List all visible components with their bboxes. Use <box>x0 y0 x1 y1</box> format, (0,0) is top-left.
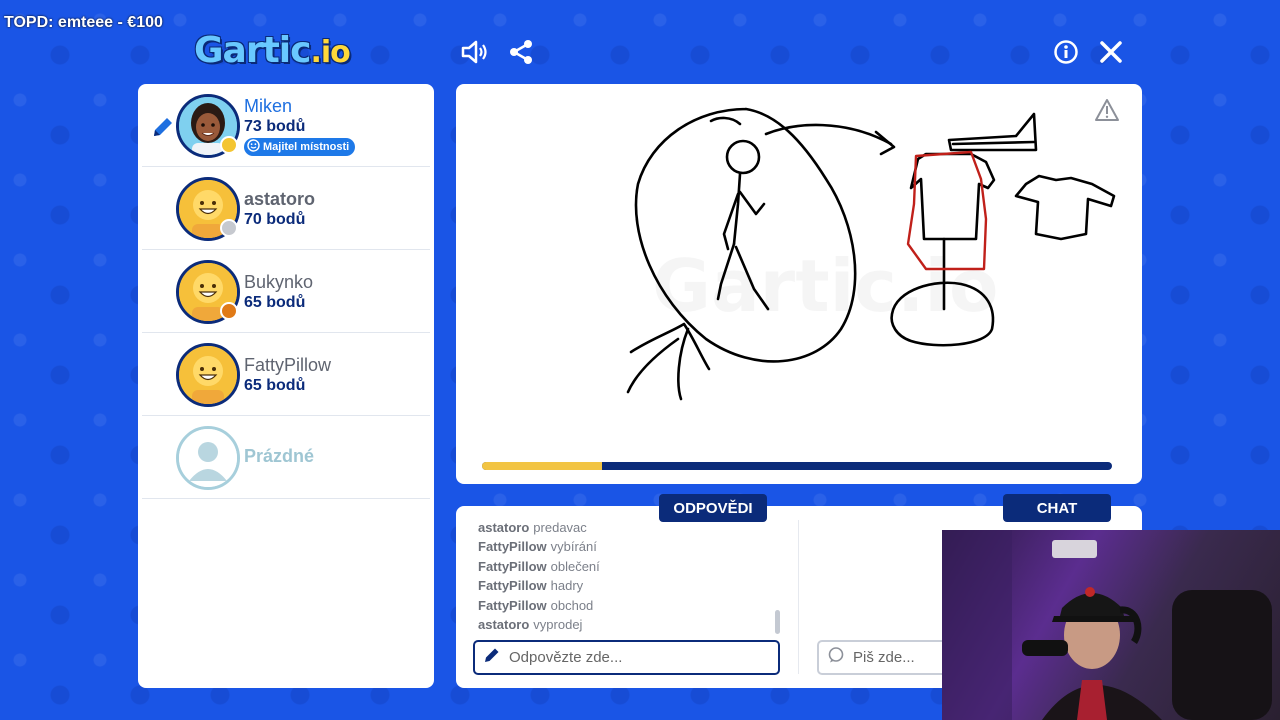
answer-item: FattyPillow obchod <box>478 597 594 613</box>
player-name: Miken <box>244 96 293 116</box>
speaker-icon[interactable] <box>459 36 491 68</box>
answer-item: astatoro predavac <box>478 520 587 535</box>
drawing-canvas[interactable]: Gartic.io <box>456 84 1142 484</box>
close-icon[interactable] <box>1095 36 1127 68</box>
answer-input-box[interactable] <box>473 640 780 675</box>
room-owner-badge: Majitel místnosti <box>244 138 356 156</box>
player-name: Bukynko <box>244 272 314 292</box>
player-name: astatoro <box>244 189 316 209</box>
chat-input-box[interactable] <box>817 640 957 675</box>
status-dot <box>220 219 238 237</box>
badge-label: Majitel místnosti <box>263 141 350 153</box>
player-points: 70 bodů <box>244 211 306 228</box>
pencil-icon <box>483 646 501 669</box>
player-name: FattyPillow <box>244 355 332 375</box>
stream-overlay-label: TOPD: emteee - €100 <box>4 14 163 31</box>
answer-item: FattyPillow vybírání <box>478 539 597 555</box>
info-icon[interactable] <box>1050 36 1082 68</box>
share-icon[interactable] <box>505 36 537 68</box>
player-points: 65 bodů <box>244 294 306 311</box>
smile-icon <box>247 139 260 155</box>
player-row-empty[interactable]: Prázdné <box>142 416 430 499</box>
player-name: Prázdné <box>244 446 315 466</box>
chat-input[interactable] <box>853 649 933 666</box>
status-dot <box>220 136 238 154</box>
gartic-logo: Gartic.io <box>194 30 384 76</box>
webcam-overlay <box>942 530 1280 720</box>
logo-main-text: Gartic <box>194 30 311 71</box>
empty-avatar <box>176 426 240 490</box>
drawing-strokes <box>626 107 1116 401</box>
chat-bubble-icon <box>827 646 845 669</box>
player-points: 65 bodů <box>244 377 306 394</box>
answer-item: FattyPillow oblečení <box>478 558 600 574</box>
timer-progress-fill <box>482 462 602 470</box>
players-panel: Miken 73 bodů Majitel místnosti astatoro… <box>138 84 434 688</box>
logo-suffix-text: .io <box>310 35 350 70</box>
answer-item: astatoro vyprodej <box>478 616 583 632</box>
avatar <box>176 343 240 407</box>
panel-divider <box>798 520 799 674</box>
pencil-icon <box>150 114 176 145</box>
player-points: 73 bodů <box>244 118 306 135</box>
timer-progress-bar <box>482 462 1112 470</box>
answer-input[interactable] <box>509 649 749 666</box>
player-row[interactable]: Bukynko 65 bodů <box>142 250 430 333</box>
tab-chat[interactable]: CHAT <box>1003 494 1111 522</box>
tab-answers[interactable]: ODPOVĚDI <box>659 494 767 522</box>
answers-scrollbar[interactable] <box>775 610 780 634</box>
player-row[interactable]: FattyPillow 65 bodů <box>142 333 430 416</box>
answers-list: astatoro predavac FattyPillow vybírání Fat… <box>478 520 778 636</box>
status-dot <box>220 302 238 320</box>
player-row[interactable]: Miken 73 bodů Majitel místnosti <box>142 84 430 167</box>
webcam-feed <box>942 530 1272 720</box>
player-row[interactable]: astatoro 70 bodů <box>142 167 430 250</box>
answer-item: FattyPillow hadry <box>478 578 584 594</box>
